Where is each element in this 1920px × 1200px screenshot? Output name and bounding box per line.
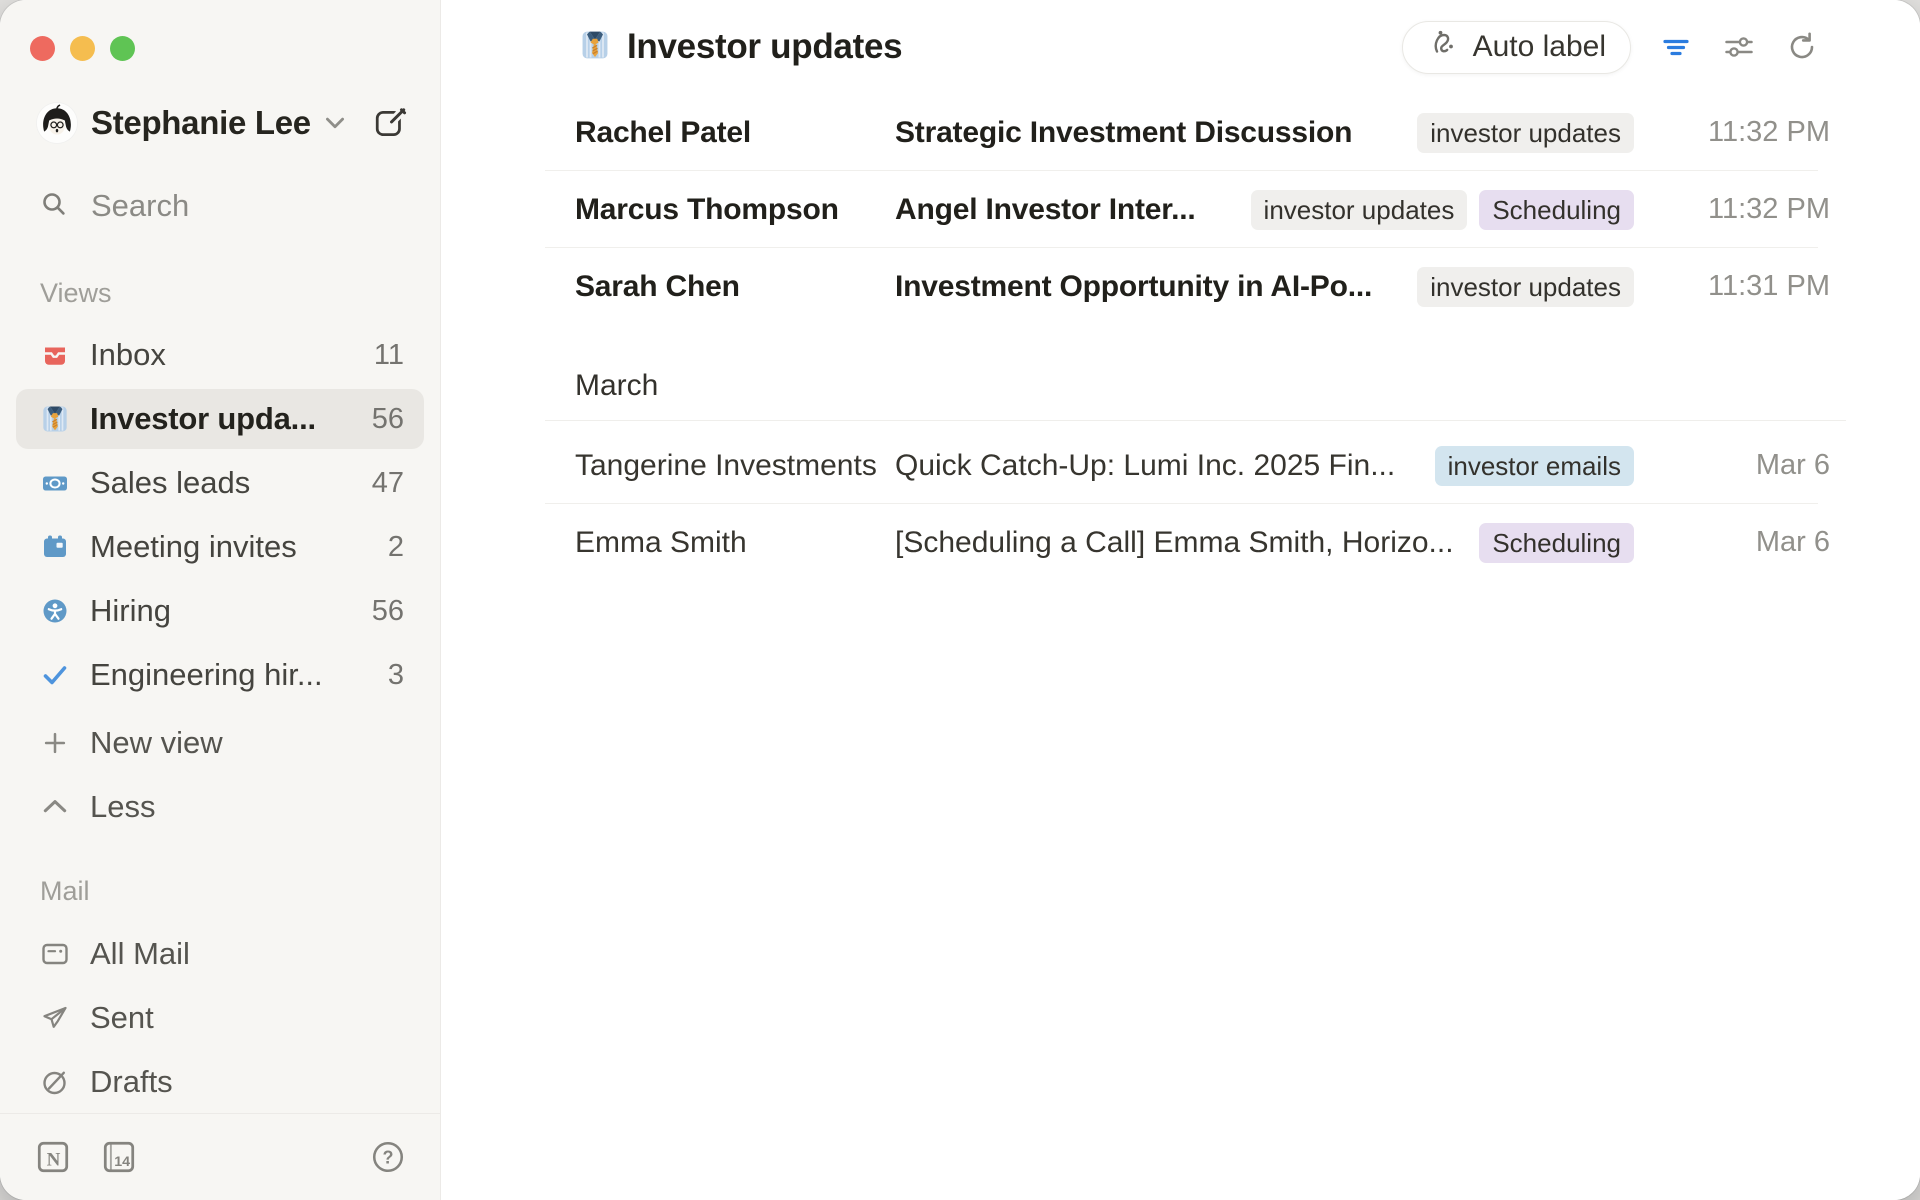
filter-icon[interactable] xyxy=(1658,29,1694,65)
email-tags: Scheduling xyxy=(1457,523,1634,563)
email-row[interactable]: Rachel Patel Strategic Investment Discus… xyxy=(441,94,1920,171)
necktie-icon xyxy=(40,404,70,434)
close-window-button[interactable] xyxy=(30,36,55,61)
unread-count: 56 xyxy=(372,595,404,628)
sidebar-item-hiring[interactable]: Hiring 56 xyxy=(0,579,440,643)
sidebar-item-sales-leads[interactable]: Sales leads 47 xyxy=(0,451,440,515)
chevron-up-icon xyxy=(40,793,70,821)
refresh-icon[interactable] xyxy=(1784,29,1820,65)
app-window: Stephanie Lee Search Views xyxy=(0,0,1920,1200)
unread-count: 56 xyxy=(372,403,404,436)
account-name: Stephanie Lee xyxy=(91,104,311,142)
email-time: Mar 6 xyxy=(1670,526,1830,559)
view-header: Investor updates Auto label xyxy=(441,0,1920,94)
tag-chip[interactable]: investor updates xyxy=(1417,267,1634,307)
new-view-button[interactable]: New view xyxy=(0,711,440,775)
email-subject: Angel Investor Inter... xyxy=(895,193,1195,227)
email-time: 11:32 PM xyxy=(1670,116,1830,149)
window-controls xyxy=(30,36,135,61)
email-subject: Strategic Investment Discussion xyxy=(895,116,1352,150)
page-title: Investor updates xyxy=(627,27,902,67)
email-row[interactable]: Tangerine Investments Quick Catch-Up: Lu… xyxy=(441,427,1920,504)
sidebar-item-all-mail[interactable]: All Mail xyxy=(0,922,440,986)
auto-label-icon xyxy=(1427,26,1461,68)
email-sender: Tangerine Investments xyxy=(575,449,895,483)
email-subject: [Scheduling a Call] Emma Smith, Horizo..… xyxy=(895,526,1454,560)
auto-label-text: Auto label xyxy=(1473,30,1606,64)
tag-chip[interactable]: Scheduling xyxy=(1479,190,1634,230)
help-icon[interactable]: ? xyxy=(370,1139,406,1175)
tag-chip[interactable]: investor updates xyxy=(1251,190,1468,230)
search-icon xyxy=(40,190,68,223)
tag-chip[interactable]: Scheduling xyxy=(1479,523,1634,563)
sidebar-item-sent[interactable]: Sent xyxy=(0,986,440,1050)
sidebar-item-engineering-hiring[interactable]: Engineering hir... 3 xyxy=(0,643,440,707)
drafts-icon xyxy=(40,1067,70,1097)
sidebar-item-meeting-invites[interactable]: Meeting invites 2 xyxy=(0,515,440,579)
tag-chip[interactable]: investor updates xyxy=(1417,113,1634,153)
unread-count: 2 xyxy=(388,531,404,564)
account-switcher[interactable]: Stephanie Lee xyxy=(36,99,410,147)
email-list: Rachel Patel Strategic Investment Discus… xyxy=(441,94,1920,581)
sidebar-item-drafts[interactable]: Drafts xyxy=(0,1050,440,1114)
sidebar: Stephanie Lee Search Views xyxy=(0,0,441,1200)
sidebar-item-inbox[interactable]: Inbox 11 xyxy=(0,323,440,387)
svg-text:14: 14 xyxy=(114,1154,130,1170)
all-mail-icon xyxy=(40,939,70,969)
email-tags: investor updates xyxy=(1395,267,1634,307)
notion-icon[interactable]: N xyxy=(34,1138,72,1176)
zoom-window-button[interactable] xyxy=(110,36,135,61)
sliders-icon[interactable] xyxy=(1721,29,1757,65)
compose-icon[interactable] xyxy=(372,104,410,142)
email-sender: Sarah Chen xyxy=(575,270,895,304)
email-time: 11:31 PM xyxy=(1670,270,1830,303)
email-tags: investor updates Scheduling xyxy=(1229,190,1634,230)
search-placeholder: Search xyxy=(91,188,189,224)
svg-text:?: ? xyxy=(383,1147,394,1167)
group-rows: Tangerine Investments Quick Catch-Up: Lu… xyxy=(441,421,1920,581)
views-list: Inbox 11 Investor upda... xyxy=(0,323,440,707)
group-header: March xyxy=(441,369,1920,403)
tag-chip[interactable]: investor emails xyxy=(1435,446,1634,486)
unread-count: 3 xyxy=(388,659,404,692)
email-subject: Quick Catch-Up: Lumi Inc. 2025 Fin... xyxy=(895,449,1395,483)
email-tags: investor updates xyxy=(1395,113,1634,153)
svg-text:N: N xyxy=(47,1149,61,1170)
minimize-window-button[interactable] xyxy=(70,36,95,61)
person-circle-icon xyxy=(40,596,70,626)
unread-count: 11 xyxy=(374,339,404,372)
checkmark-icon xyxy=(40,660,70,690)
email-subject: Investment Opportunity in AI-Po... xyxy=(895,270,1372,304)
email-sender: Emma Smith xyxy=(575,526,895,560)
search-input[interactable]: Search xyxy=(40,186,404,226)
view-actions: New view Less xyxy=(0,711,440,839)
necktie-icon xyxy=(579,29,611,66)
email-row[interactable]: Emma Smith [Scheduling a Call] Emma Smit… xyxy=(441,504,1920,581)
email-tags: investor emails xyxy=(1413,446,1634,486)
notion-calendar-icon[interactable]: 14 xyxy=(100,1138,138,1176)
email-sender: Marcus Thompson xyxy=(575,193,895,227)
email-sender: Rachel Patel xyxy=(575,116,895,150)
inbox-tray-icon xyxy=(40,340,70,370)
mail-list: All Mail Sent Drafts xyxy=(0,922,440,1114)
auto-label-button[interactable]: Auto label xyxy=(1402,21,1631,74)
email-row[interactable]: Sarah Chen Investment Opportunity in AI-… xyxy=(441,248,1920,325)
sent-icon xyxy=(40,1003,70,1033)
sidebar-footer: N 14 ? xyxy=(0,1113,440,1200)
email-row[interactable]: Marcus Thompson Angel Investor Inter... … xyxy=(441,171,1920,248)
chevron-down-icon xyxy=(325,117,345,135)
plus-icon xyxy=(40,729,70,757)
less-button[interactable]: Less xyxy=(0,775,440,839)
calendar-icon xyxy=(40,532,70,562)
mail-section-label: Mail xyxy=(40,876,90,907)
email-time: Mar 6 xyxy=(1670,449,1830,482)
email-time: 11:32 PM xyxy=(1670,193,1830,226)
views-section-label: Views xyxy=(40,278,112,309)
banknote-icon xyxy=(40,468,70,498)
main-panel: Investor updates Auto label xyxy=(441,0,1920,1200)
avatar xyxy=(36,102,78,144)
unread-count: 47 xyxy=(372,467,404,500)
sidebar-item-investor-updates[interactable]: Investor upda... 56 xyxy=(16,389,424,449)
